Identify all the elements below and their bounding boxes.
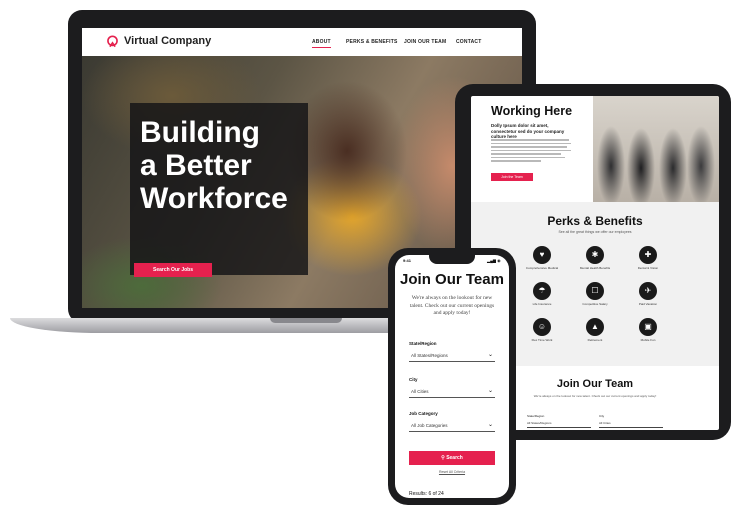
perk-label: Mental Health Benefits — [579, 266, 611, 270]
select-value: All States/Regions — [411, 353, 448, 358]
hero-title-line: a Better — [140, 149, 252, 182]
hero-title-line: Workforce — [140, 182, 288, 215]
phone-title: Join Our Team — [400, 271, 504, 288]
search-jobs-button[interactable]: Search Our Jobs — [134, 263, 212, 277]
perk-label: Competitive Salary — [582, 302, 608, 306]
perk-item: ☺ Flex Time Work — [515, 318, 569, 342]
select-value: All Job Categories — [411, 423, 448, 428]
perk-label: Mobile Fun — [640, 338, 656, 342]
search-icon: ⚲ — [441, 455, 445, 461]
phone-notch — [429, 255, 475, 264]
state-region-select[interactable]: All States/Regions ⌄ — [409, 350, 495, 362]
signal-icon: ▂▄▆ ◉ — [487, 258, 501, 263]
search-button[interactable]: ⚲ Search — [409, 451, 495, 465]
perk-item: ☐ Competitive Salary — [568, 282, 622, 306]
perk-label: Dental & Vision — [637, 266, 659, 270]
results-count: Results: 6 of 24 — [409, 491, 444, 497]
mobile-icon: ▣ — [639, 318, 657, 336]
state-region-label: State/Region — [409, 341, 437, 346]
nav-contact[interactable]: CONTACT — [456, 39, 481, 45]
job-category-label: Job Category — [409, 411, 438, 416]
nav-about[interactable]: ABOUT — [312, 39, 331, 48]
perk-item: ✚ Dental & Vision — [621, 246, 675, 270]
umbrella-icon: ☂ — [533, 282, 551, 300]
phone-screen: 9:41 ▂▄▆ ◉ Join Our Team We're always on… — [395, 255, 509, 498]
city-label: City — [599, 414, 605, 418]
hero-title: Building a Better Workforce — [140, 116, 320, 215]
perk-item: ▣ Mobile Fun — [621, 318, 675, 342]
city-select[interactable]: All Cities — [599, 421, 663, 428]
reset-criteria-link[interactable]: Reset All Criteria — [395, 470, 509, 474]
logo-text[interactable]: Virtual Company — [124, 35, 211, 47]
perk-item: ✱ Mental Health Benefits — [568, 246, 622, 270]
working-here-subtitle: Dolly Ipsum dolor sit amet, consectetur … — [491, 123, 565, 139]
logo-icon — [107, 35, 118, 48]
working-here-title: Working Here — [491, 104, 573, 118]
plane-icon: ✈ — [639, 282, 657, 300]
retirement-icon: ▲ — [586, 318, 604, 336]
nav-join[interactable]: JOIN OUR TEAM — [404, 39, 446, 45]
perk-label: Retirement — [587, 338, 603, 342]
chevron-down-icon: ⌄ — [487, 422, 493, 428]
perk-label: Paid Vacation — [638, 302, 658, 306]
perk-label: Flex Time Work — [531, 338, 553, 342]
site-header: Virtual Company ABOUT PERKS & BENEFITS J… — [82, 28, 522, 56]
state-label: State/Region — [527, 414, 545, 418]
perks-title: Perks & Benefits — [547, 214, 643, 228]
laptop-notch — [270, 318, 342, 323]
dental-icon: ✚ — [639, 246, 657, 264]
mental-health-icon: ✱ — [586, 246, 604, 264]
search-button-label: Search — [446, 455, 463, 461]
perk-item: ✈ Paid Vacation — [621, 282, 675, 306]
perk-item: ▲ Retirement — [568, 318, 622, 342]
chevron-down-icon: ⌄ — [487, 352, 493, 358]
status-time: 9:41 — [403, 258, 412, 263]
nav-perks[interactable]: PERKS & BENEFITS — [346, 39, 398, 45]
perk-label: Life Insurance — [532, 302, 552, 306]
city-label: City — [409, 377, 418, 382]
team-photo — [593, 96, 719, 202]
join-team-button[interactable]: Join the Team — [491, 173, 533, 181]
perks-subtitle: See all the great things we offer our em… — [558, 230, 632, 234]
select-value: All Cities — [411, 389, 429, 394]
perk-label: Comprehensive Medical — [525, 266, 559, 270]
chevron-down-icon: ⌄ — [487, 388, 493, 394]
smile-icon: ☺ — [533, 318, 551, 336]
perk-item: ☂ Life Insurance — [515, 282, 569, 306]
city-select[interactable]: All Cities ⌄ — [409, 386, 495, 398]
hero-title-line: Building — [140, 116, 260, 149]
working-here-body — [491, 139, 571, 164]
salary-icon: ☐ — [586, 282, 604, 300]
medical-icon: ♥ — [533, 246, 551, 264]
phone-description: We're always on the lookout for new tale… — [409, 295, 495, 316]
perk-item: ♥ Comprehensive Medical — [515, 246, 569, 270]
state-select[interactable]: All States/Regions — [527, 421, 591, 428]
job-category-select[interactable]: All Job Categories ⌄ — [409, 420, 495, 432]
